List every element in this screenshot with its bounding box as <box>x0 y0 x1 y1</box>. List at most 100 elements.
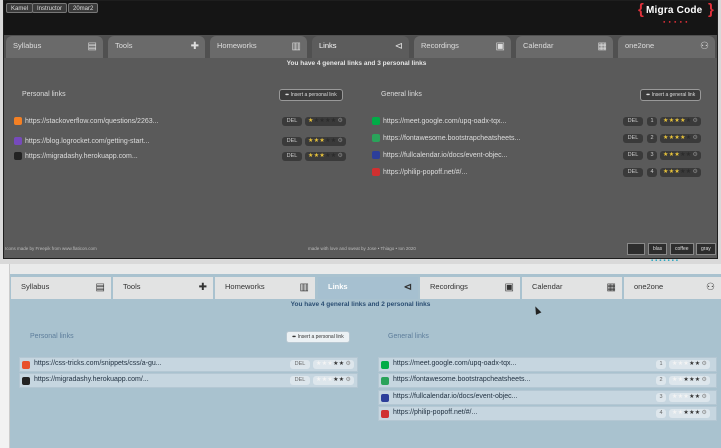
insert-general-link-button[interactable]: ⬌ Insert a general link <box>640 89 702 101</box>
tab-links[interactable]: Links ⊲ <box>318 277 418 299</box>
tab-calendar[interactable]: Calendar ▦ <box>522 277 622 299</box>
star-icon[interactable]: ★ <box>331 118 337 124</box>
link-url[interactable]: https://fullcalendar.io/docs/event-objec… <box>383 150 508 161</box>
general-links-heading: General links <box>388 333 429 340</box>
tab-one2one[interactable]: one2one ⚇ <box>624 277 721 299</box>
tab-one2one[interactable]: one2one ⚇ <box>618 36 715 58</box>
general-link-row: https://fullcalendar.io/docs/event-objec… <box>378 390 717 405</box>
cohort-button[interactable]: 20mar2 <box>68 3 99 13</box>
tab-calendar[interactable]: Calendar ▦ <box>516 36 613 58</box>
tab-tools[interactable]: Tools ✚ <box>108 36 205 58</box>
delete-button[interactable]: DEL <box>623 117 643 126</box>
link-url[interactable]: https://philip-popoff.net/#/... <box>383 167 467 178</box>
tab-tools[interactable]: Tools ✚ <box>113 277 213 299</box>
rating-stars[interactable]: ★★★★★⚙ <box>660 168 702 177</box>
settings-icon[interactable]: ⚙ <box>692 169 698 175</box>
tab-recordings[interactable]: Recordings ▣ <box>414 36 511 58</box>
links-summary: You have 4 general links and 3 personal … <box>286 60 427 67</box>
rating-stars[interactable]: ★★★★★⚙ <box>305 117 347 126</box>
star-icon[interactable]: ★ <box>695 377 701 383</box>
settings-icon[interactable]: ⚙ <box>692 135 698 141</box>
theme-button-coffee[interactable]: coffee <box>670 243 694 255</box>
star-icon[interactable]: ★ <box>695 410 701 416</box>
link-url[interactable]: https://fontawesome.bootstrapcheatsheets… <box>383 133 520 144</box>
share-icon: ⊲ <box>394 41 403 52</box>
delete-button[interactable]: DEL <box>290 376 310 385</box>
star-icon[interactable]: ★ <box>339 361 345 367</box>
tab-label: Recordings <box>430 282 468 291</box>
delete-button[interactable]: DEL <box>282 117 302 126</box>
link-url[interactable]: https://philip-popoff.net/#/... <box>393 409 477 416</box>
settings-icon[interactable]: ⚙ <box>337 138 343 144</box>
footer-made-with: made with love and sweat by Jose • Thiag… <box>308 246 416 251</box>
tab-syllabus[interactable]: Syllabus ▤ <box>11 277 111 299</box>
link-url[interactable]: https://migradashy.herokuapp.com/... <box>34 376 149 383</box>
settings-icon[interactable]: ⚙ <box>701 394 707 400</box>
general-links-heading: General links <box>381 91 422 98</box>
star-icon[interactable]: ★ <box>686 118 692 124</box>
tab-homeworks[interactable]: Homeworks ▥ <box>215 277 315 299</box>
settings-icon[interactable]: ⚙ <box>345 361 351 367</box>
settings-icon[interactable]: ⚙ <box>337 153 343 159</box>
link-url[interactable]: https://fullcalendar.io/docs/event-objec… <box>393 393 518 400</box>
delete-button[interactable]: DEL <box>282 152 302 161</box>
settings-icon[interactable]: ⚙ <box>692 118 698 124</box>
delete-button[interactable]: DEL <box>623 151 643 160</box>
role-button[interactable]: Instructor <box>32 3 68 13</box>
rating-stars[interactable]: ★★★★★⚙ <box>669 393 711 402</box>
rating-stars[interactable]: ★★★★★⚙ <box>305 137 347 146</box>
user-button[interactable]: Kamel <box>6 3 34 13</box>
delete-button[interactable]: DEL <box>623 134 643 143</box>
rating-stars[interactable]: ★★★★★⚙ <box>305 152 347 161</box>
links-summary: You have 4 general links and 2 personal … <box>290 301 431 308</box>
rating-stars[interactable]: ★★★★★⚙ <box>669 360 711 369</box>
rating-stars[interactable]: ★★★★★⚙ <box>313 376 355 385</box>
rating-stars[interactable]: ★★★★★⚙ <box>660 134 702 143</box>
delete-button[interactable]: DEL <box>623 168 643 177</box>
tab-homeworks[interactable]: Homeworks ▥ <box>210 36 307 58</box>
rating-stars[interactable]: ★★★★★⚙ <box>669 376 711 385</box>
tab-links[interactable]: Links ⊲ <box>312 36 409 58</box>
delete-button[interactable]: DEL <box>290 360 310 369</box>
star-icon[interactable]: ★ <box>331 153 337 159</box>
google-meet-icon <box>381 361 389 369</box>
link-url[interactable]: https://stackoverflow.com/questions/2263… <box>25 116 158 127</box>
star-icon[interactable]: ★ <box>339 377 345 383</box>
link-url[interactable]: https://css-tricks.com/snippets/css/a-gu… <box>34 360 162 367</box>
tab-recordings[interactable]: Recordings ▣ <box>420 277 520 299</box>
calendar-icon: ▦ <box>597 41 607 52</box>
settings-icon[interactable]: ⚙ <box>701 410 707 416</box>
star-icon[interactable]: ★ <box>686 152 692 158</box>
theme-button-blas[interactable]: blas <box>648 243 668 255</box>
rating-stars[interactable]: ★★★★★⚙ <box>669 409 711 418</box>
theme-button-gray[interactable]: gray <box>696 243 716 255</box>
star-icon[interactable]: ★ <box>695 361 701 367</box>
rating-stars[interactable]: ★★★★★⚙ <box>660 117 702 126</box>
delete-button[interactable]: DEL <box>282 137 302 146</box>
settings-icon[interactable]: ⚙ <box>701 377 707 383</box>
link-url[interactable]: https://meet.google.com/upq-oadx-tqx... <box>383 116 506 127</box>
rating-stars[interactable]: ★★★★★⚙ <box>313 360 355 369</box>
theme-button-blank[interactable] <box>627 243 645 255</box>
link-url[interactable]: https://meet.google.com/upq-oadx-tqx... <box>393 360 516 367</box>
settings-icon[interactable]: ⚙ <box>701 361 707 367</box>
star-icon[interactable]: ★ <box>686 169 692 175</box>
link-url[interactable]: https://fontawesome.bootstrapcheatsheets… <box>393 376 530 383</box>
settings-icon[interactable]: ⚙ <box>337 118 343 124</box>
general-link-row: https://philip-popoff.net/#/... 4 ★★★★★⚙ <box>378 406 717 421</box>
tab-label: Tools <box>123 282 141 291</box>
document-icon: ▤ <box>87 41 97 52</box>
star-icon[interactable]: ★ <box>331 138 337 144</box>
settings-icon[interactable]: ⚙ <box>345 377 351 383</box>
star-icon[interactable]: ★ <box>686 135 692 141</box>
star-icon[interactable]: ★ <box>695 394 701 400</box>
link-url[interactable]: https://blog.logrocket.com/getting-start… <box>25 136 150 147</box>
settings-icon[interactable]: ⚙ <box>692 152 698 158</box>
insert-personal-link-button[interactable]: ⬌ Insert a personal link <box>279 89 343 101</box>
tab-syllabus[interactable]: Syllabus ▤ <box>6 36 103 58</box>
tab-label: one2one <box>625 41 655 50</box>
link-order-number: 3 <box>656 393 666 402</box>
rating-stars[interactable]: ★★★★★⚙ <box>660 151 702 160</box>
insert-personal-link-button[interactable]: ⬌ Insert a personal link <box>286 331 350 343</box>
link-url[interactable]: https://migradashy.herokuapp.com... <box>25 151 138 162</box>
